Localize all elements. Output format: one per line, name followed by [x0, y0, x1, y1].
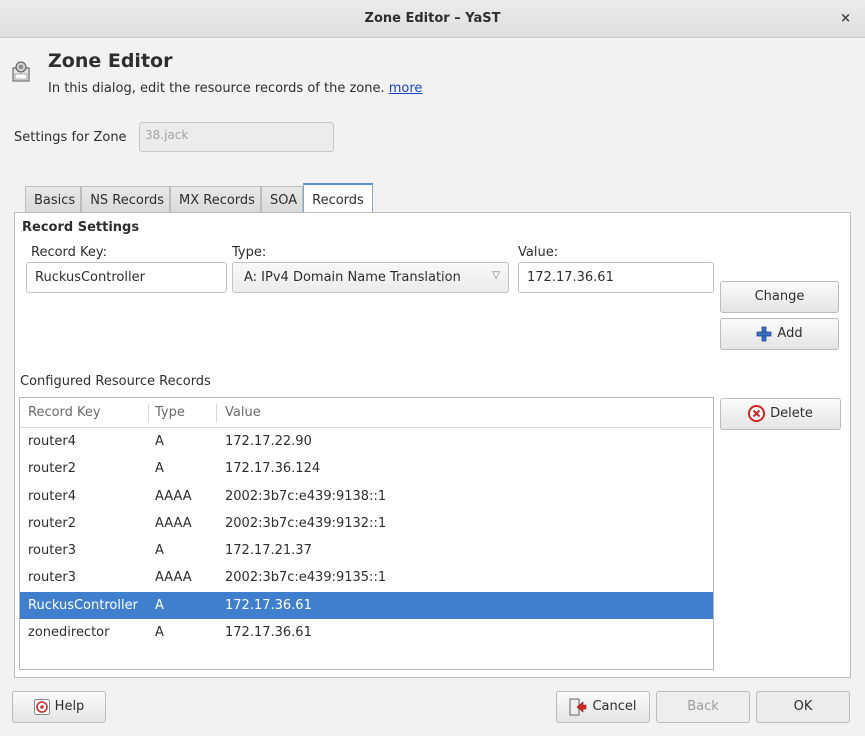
table-body: router4 A 172.17.22.90 router2 A 172.17.…	[20, 428, 713, 646]
page-description: In this dialog, edit the resource record…	[48, 81, 422, 96]
window-titlebar: Zone Editor – YaST ×	[0, 0, 865, 38]
value-label: Value:	[518, 245, 559, 260]
delete-icon	[748, 405, 766, 422]
close-icon[interactable]: ×	[840, 0, 851, 38]
cell-record-key: router4	[28, 488, 76, 504]
help-icon	[33, 698, 50, 715]
cell-record-key: zonedirector	[28, 625, 110, 641]
resource-records-table: Record Key Type Value router4 A 172.17.2…	[19, 397, 714, 670]
delete-button[interactable]: Delete	[720, 398, 841, 430]
table-row[interactable]: zonedirector A 172.17.36.61	[20, 619, 713, 646]
more-link[interactable]: more	[389, 81, 423, 96]
cell-value: 172.17.21.37	[225, 543, 312, 559]
cell-value: 2002:3b7c:e439:9135::1	[225, 570, 387, 586]
window-title: Zone Editor – YaST	[364, 11, 501, 26]
page-title: Zone Editor	[48, 50, 173, 72]
add-button[interactable]: Add	[720, 318, 839, 350]
record-value-input[interactable]: 172.17.36.61	[518, 262, 714, 293]
chevron-down-icon: ▽	[492, 270, 500, 281]
cell-value: 172.17.36.61	[225, 597, 312, 613]
cell-record-key: router4	[28, 434, 76, 449]
record-type-select[interactable]: A: IPv4 Domain Name Translation ▽	[232, 262, 509, 293]
change-button-label: Change	[754, 289, 805, 304]
cell-value: 172.17.22.90	[225, 434, 312, 449]
records-list-caption: Configured Resource Records	[20, 374, 211, 389]
cell-value: 172.17.36.124	[225, 461, 321, 477]
tab-records[interactable]: Records	[303, 183, 373, 213]
cell-value: 172.17.36.61	[225, 625, 312, 641]
record-settings-title: Record Settings	[22, 220, 140, 235]
column-header-type[interactable]: Type	[155, 405, 185, 420]
column-divider	[148, 404, 149, 422]
zone-label: Settings for Zone	[14, 130, 127, 145]
cell-record-key: router2	[28, 461, 76, 477]
cell-value: 2002:3b7c:e439:9132::1	[225, 515, 387, 531]
tab-bar: Basics NS Records MX Records SOA Records	[25, 183, 373, 215]
table-row[interactable]: router2 AAAA 2002:3b7c:e439:9132::1	[20, 510, 713, 537]
record-type-value: A: IPv4 Domain Name Translation	[244, 270, 461, 285]
cell-record-key: RuckusController	[28, 597, 138, 613]
cell-type: A	[155, 434, 164, 449]
type-label: Type:	[232, 245, 267, 260]
change-button[interactable]: Change	[720, 281, 839, 313]
cancel-button[interactable]: Cancel	[556, 691, 650, 723]
zone-editor-icon	[12, 61, 30, 82]
cell-type: AAAA	[155, 515, 192, 531]
record-key-label: Record Key:	[31, 245, 108, 260]
plus-icon	[757, 326, 772, 341]
cancel-button-label: Cancel	[592, 699, 637, 714]
cell-type: A	[155, 625, 164, 641]
cell-type: A	[155, 543, 164, 559]
add-button-label: Add	[777, 326, 803, 341]
table-row[interactable]: router3 A 172.17.21.37	[20, 537, 713, 564]
description-text: In this dialog, edit the resource record…	[48, 81, 385, 96]
record-key-input[interactable]: RuckusController	[26, 262, 227, 293]
help-button-label: Help	[54, 699, 85, 714]
tab-ns-records[interactable]: NS Records	[81, 186, 171, 215]
tab-basics[interactable]: Basics	[25, 186, 82, 215]
ok-button[interactable]: OK	[756, 691, 850, 723]
cell-record-key: router2	[28, 515, 76, 531]
column-header-record-key[interactable]: Record Key	[28, 405, 101, 420]
zone-name-field: 38.jack	[139, 122, 334, 152]
table-header: Record Key Type Value	[20, 398, 713, 428]
table-row-selected[interactable]: RuckusController A 172.17.36.61	[20, 591, 713, 620]
cell-record-key: router3	[28, 570, 76, 586]
column-divider	[216, 404, 217, 422]
cell-record-key: router3	[28, 543, 76, 559]
ok-button-label: OK	[793, 699, 813, 714]
cell-type: AAAA	[155, 570, 192, 586]
exit-icon	[569, 698, 587, 715]
table-row[interactable]: router2 A 172.17.36.124	[20, 455, 713, 482]
help-button[interactable]: Help	[12, 691, 106, 723]
cell-type: AAAA	[155, 488, 192, 504]
back-button[interactable]: Back	[656, 691, 750, 723]
cell-type: A	[155, 461, 164, 477]
cell-type: A	[155, 597, 164, 613]
table-row[interactable]: router4 AAAA 2002:3b7c:e439:9138::1	[20, 483, 713, 510]
tab-soa[interactable]: SOA	[260, 186, 304, 215]
back-button-label: Back	[687, 699, 719, 714]
cell-value: 2002:3b7c:e439:9138::1	[225, 488, 387, 504]
tab-mx-records[interactable]: MX Records	[170, 186, 261, 215]
table-row[interactable]: router4 A 172.17.22.90	[20, 428, 713, 455]
column-header-value[interactable]: Value	[225, 405, 261, 420]
delete-button-label: Delete	[770, 406, 813, 421]
table-row[interactable]: router3 AAAA 2002:3b7c:e439:9135::1	[20, 564, 713, 591]
